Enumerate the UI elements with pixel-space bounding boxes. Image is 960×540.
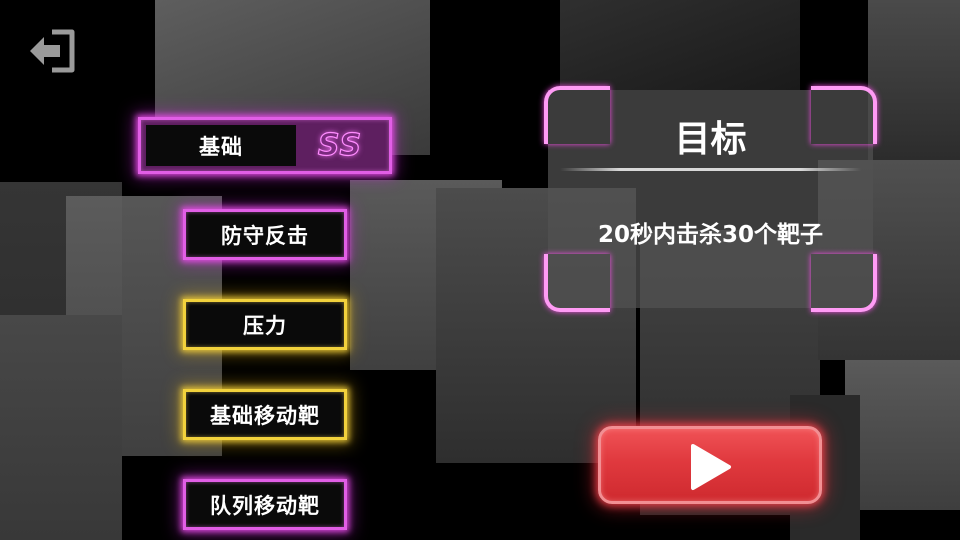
panel-corner [811,254,877,312]
background-tile [560,0,800,90]
play-icon [691,444,731,490]
goal-title: 目标 [674,119,747,160]
background-tile [868,0,960,160]
mode-button-moving-target[interactable]: 基础移动靶 [183,389,347,440]
goal-description: 20秒内击杀30个靶子 [597,222,823,248]
mode-button-counterattack[interactable]: 防守反击 [183,209,347,260]
background-tile [0,315,122,540]
mode-label: 队列移动靶 [210,493,320,518]
exit-arrow-icon [30,29,75,73]
mode-label: 防守反击 [221,223,309,248]
exit-button[interactable] [28,28,78,74]
mode-label: 压力 [243,313,287,338]
play-button[interactable] [598,426,822,504]
background-tile [845,360,960,510]
mode-label: 基础移动靶 [210,403,320,428]
goal-divider [560,168,861,171]
mode-button-pressure[interactable]: 压力 [183,299,347,350]
mode-label-box: 基础 [146,125,296,166]
panel-corner [544,254,610,312]
rank-badge: SS [317,127,363,163]
mode-label: 基础 [199,134,243,159]
mode-button-queue-target[interactable]: 队列移动靶 [183,479,347,530]
mode-button-basic[interactable]: 基础 SS [138,117,392,174]
goal-panel: 目标 20秒内击杀30个靶子 [544,86,877,312]
